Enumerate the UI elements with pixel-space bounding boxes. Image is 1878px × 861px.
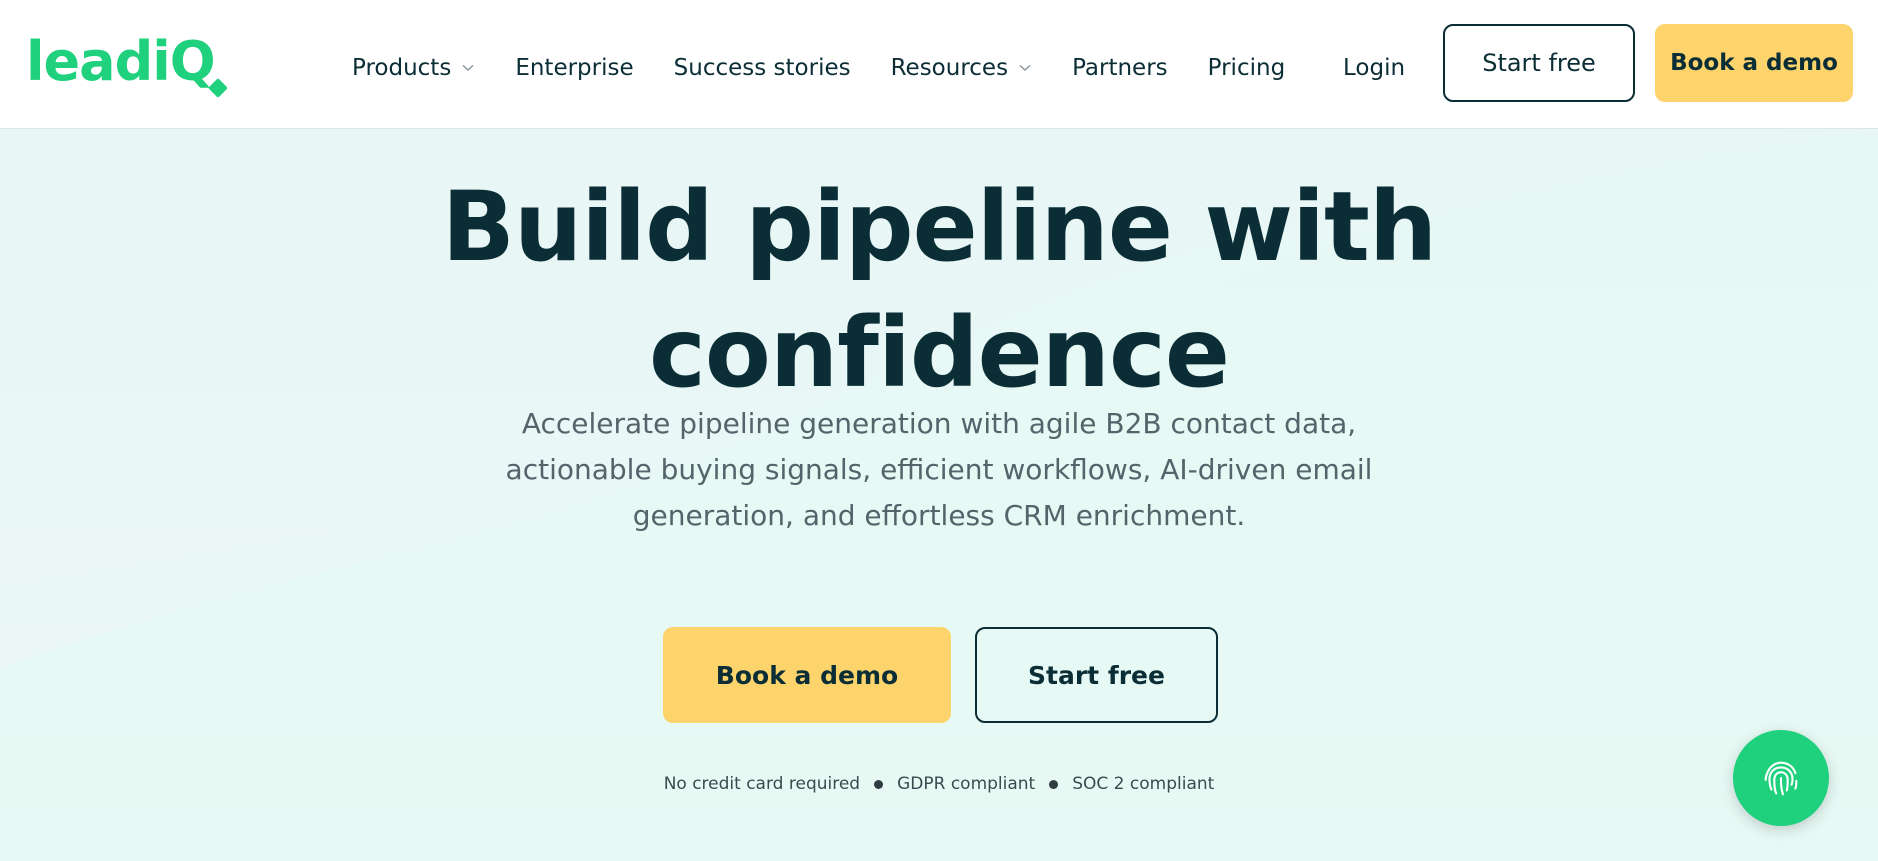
main-nav: Products Enterprise Success stories Reso… (352, 48, 1325, 88)
bullet-dot (874, 779, 884, 789)
nav-label: Partners (1072, 55, 1168, 81)
nav-item-enterprise[interactable]: Enterprise (515, 55, 633, 81)
assurance-no-credit-card: No credit card required (663, 774, 861, 794)
nav-item-success-stories[interactable]: Success stories (674, 55, 851, 81)
site-header: leadi Q Products Enterprise Success stor… (0, 0, 1878, 129)
assurance-list: No credit card required GDPR compliant S… (0, 774, 1878, 794)
start-free-button-header[interactable]: Start free (1443, 24, 1635, 102)
book-demo-button[interactable]: Book a demo (663, 627, 951, 723)
fingerprint-icon (1764, 761, 1798, 796)
nav-item-partners[interactable]: Partners (1072, 55, 1168, 81)
nav-item-products[interactable]: Products (352, 55, 475, 81)
hero-subtitle: Accelerate pipeline generation with agil… (505, 407, 1373, 532)
nav-label: Enterprise (515, 55, 634, 81)
nav-label: Resources (890, 55, 1009, 81)
headline-line-2: confidence (648, 297, 1230, 409)
hero-headline: Build pipeline with confidence (0, 164, 1878, 416)
nav-label: Pricing (1207, 55, 1286, 81)
chevron-down-icon (461, 61, 475, 75)
nav-item-resources[interactable]: Resources (891, 55, 1032, 81)
hero-section: Build pipeline with confidence Accelerat… (0, 129, 1878, 861)
nav-item-pricing[interactable]: Pricing (1208, 55, 1286, 81)
assurance-gdpr: GDPR compliant (897, 774, 1036, 794)
logo-q: Q (170, 35, 228, 98)
page: leadi Q Products Enterprise Success stor… (0, 0, 1878, 861)
assurance-soc2: SOC 2 compliant (1072, 774, 1215, 794)
leadiq-logo[interactable]: leadi Q (26, 30, 228, 98)
nav-label: Success stories (673, 55, 851, 81)
headline-line-1: Build pipeline with (441, 171, 1437, 283)
chevron-down-icon (1018, 61, 1032, 75)
cookie-consent-fingerprint-button[interactable] (1733, 730, 1829, 826)
nav-label: Products (352, 55, 452, 81)
logo-text: leadi (26, 30, 171, 93)
bullet-dot (1049, 779, 1059, 789)
login-link[interactable]: Login (1343, 48, 1405, 88)
book-demo-button-header[interactable]: Book a demo (1655, 24, 1853, 102)
start-free-button[interactable]: Start free (975, 627, 1218, 723)
